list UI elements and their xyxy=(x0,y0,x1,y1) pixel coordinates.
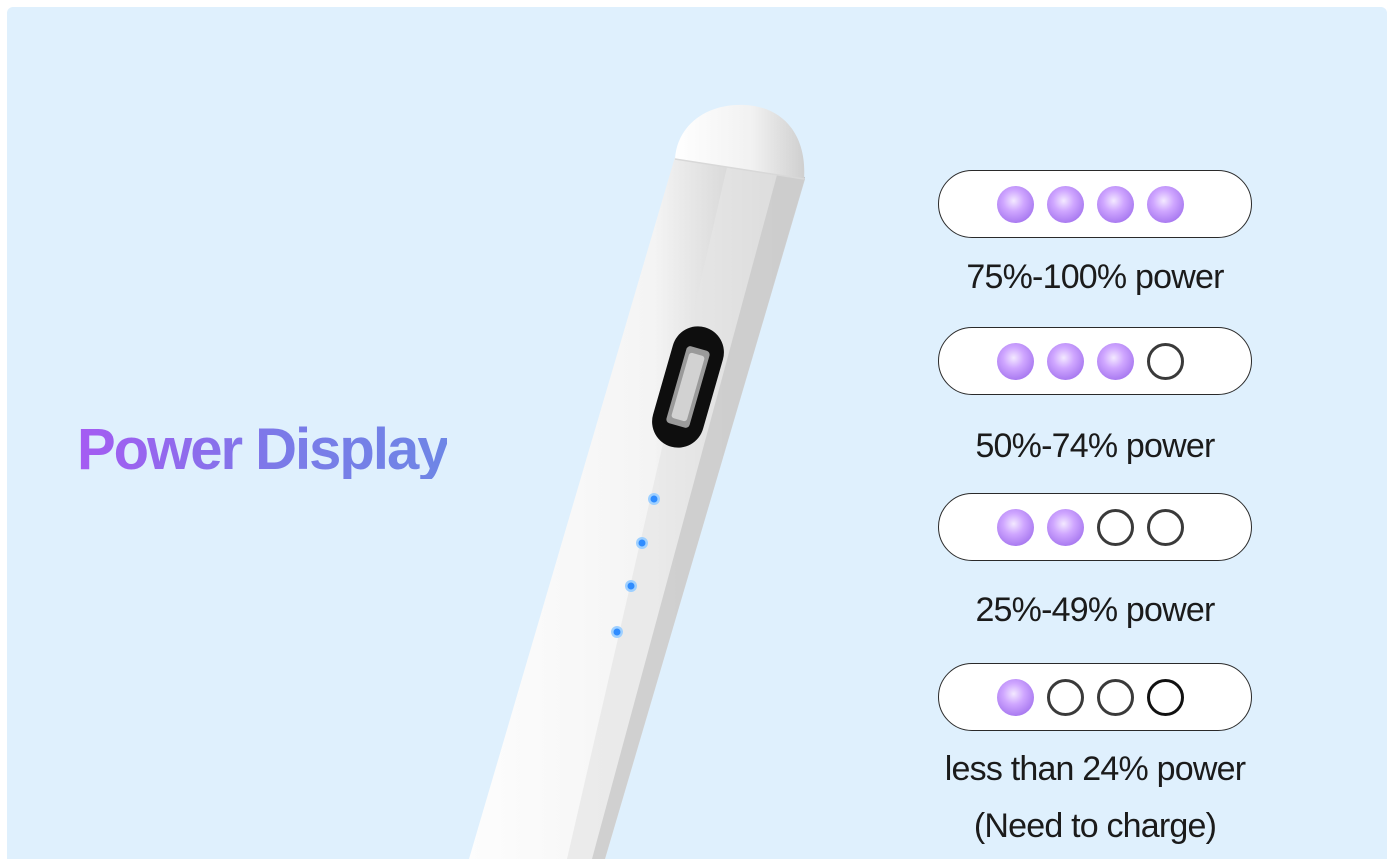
indicator-dots xyxy=(997,679,1184,716)
lit-dot-icon xyxy=(1097,343,1134,380)
unlit-dot-icon xyxy=(1097,509,1134,546)
power-display-banner: Power Display 75%-100% power 50%-74% pow… xyxy=(7,7,1387,859)
level-label: 25%-49% power xyxy=(975,591,1215,629)
lit-dot-icon xyxy=(1097,186,1134,223)
lit-dot-icon xyxy=(1047,343,1084,380)
battery-indicator-full xyxy=(938,170,1252,238)
unlit-dot-icon xyxy=(1147,679,1184,716)
lit-dot-icon xyxy=(1047,186,1084,223)
battery-indicator-three-quarter xyxy=(938,327,1252,395)
lit-dot-icon xyxy=(997,343,1034,380)
indicator-dots xyxy=(997,343,1184,380)
level-label: 75%-100% power xyxy=(966,258,1224,296)
lit-dot-icon xyxy=(997,679,1034,716)
indicator-dots xyxy=(997,509,1184,546)
indicator-dots xyxy=(997,186,1184,223)
lit-dot-icon xyxy=(1047,509,1084,546)
stylus-body xyxy=(469,104,805,859)
unlit-dot-icon xyxy=(1047,679,1084,716)
level-label: 50%-74% power xyxy=(975,427,1215,465)
page-title: Power Display xyxy=(77,417,449,482)
lit-dot-icon xyxy=(1147,186,1184,223)
level-label: less than 24% power xyxy=(944,750,1246,788)
charge-note: (Need to charge) xyxy=(973,807,1217,845)
unlit-dot-icon xyxy=(1097,679,1134,716)
battery-indicator-low xyxy=(938,663,1252,731)
lit-dot-icon xyxy=(997,509,1034,546)
battery-indicator-half xyxy=(938,493,1252,561)
unlit-dot-icon xyxy=(1147,509,1184,546)
unlit-dot-icon xyxy=(1147,343,1184,380)
lit-dot-icon xyxy=(997,186,1034,223)
